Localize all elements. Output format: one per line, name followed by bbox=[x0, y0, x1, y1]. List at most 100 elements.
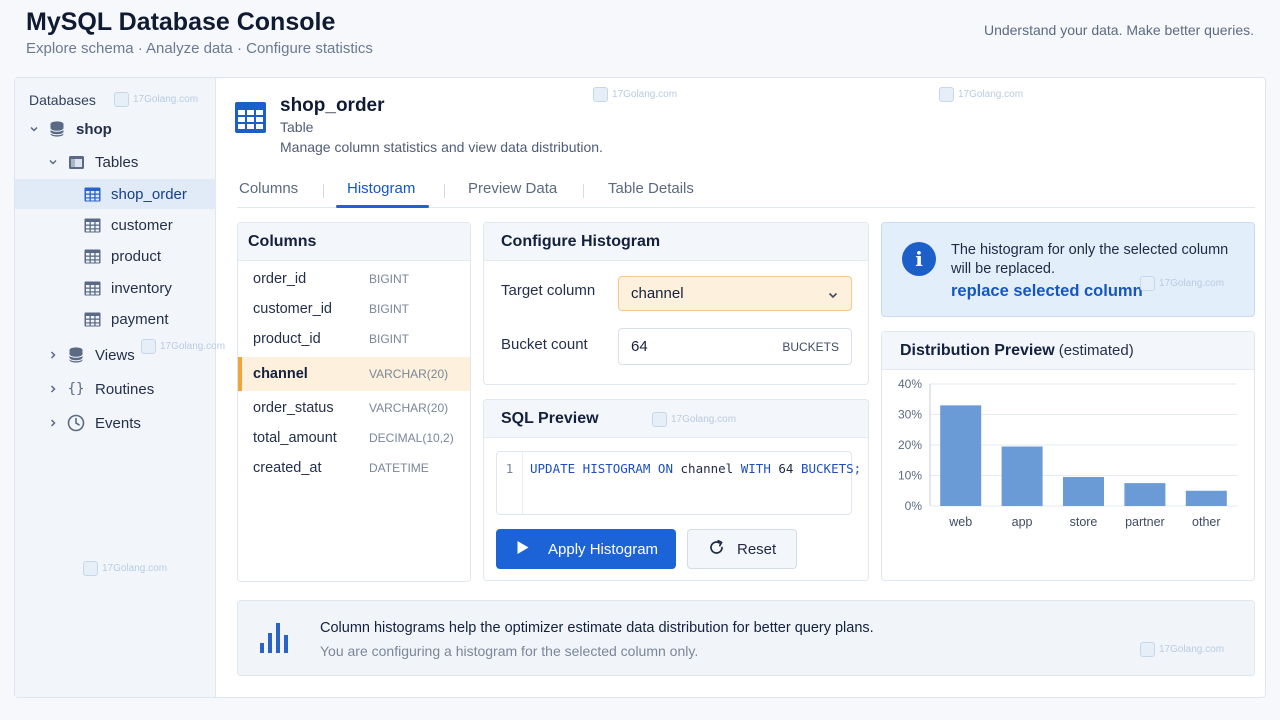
chart-ytick-label: 10% bbox=[898, 469, 922, 483]
watermark: 17Golang.com bbox=[652, 412, 736, 427]
sql-keyword: BUCKETS; bbox=[800, 461, 862, 476]
chart-xtick-label: app bbox=[1012, 515, 1033, 529]
distribution-panel-header: Distribution Preview (estimated) bbox=[882, 332, 1254, 370]
replace-selected-column-link[interactable]: replace selected column bbox=[951, 282, 1143, 301]
chart-xtick-label: other bbox=[1192, 515, 1221, 529]
chart-ytick-label: 30% bbox=[898, 408, 922, 422]
chart-bar bbox=[1124, 483, 1166, 506]
watermark: 17Golang.com bbox=[939, 87, 1023, 102]
sql-code-editor[interactable]: 1 UPDATE HISTOGRAM ON channel WITH 64 BU… bbox=[496, 451, 861, 515]
tree-tables-folder[interactable]: Tables bbox=[15, 147, 216, 177]
chart-bar bbox=[1185, 490, 1227, 506]
chevron-right-icon[interactable] bbox=[46, 348, 60, 362]
tab-preview-data[interactable]: Preview Data bbox=[468, 180, 557, 197]
tab-table-details[interactable]: Table Details bbox=[608, 180, 694, 197]
clock-icon bbox=[67, 414, 85, 432]
bucket-count-value: 64 bbox=[631, 338, 648, 355]
table-icon bbox=[83, 216, 101, 234]
chevron-down-icon[interactable] bbox=[827, 288, 839, 305]
active-tab-indicator bbox=[336, 205, 429, 208]
column-type: BIGINT bbox=[369, 332, 410, 346]
column-name: customer_id bbox=[253, 301, 332, 317]
columns-panel-title: Columns bbox=[238, 223, 470, 261]
table-large-icon bbox=[235, 102, 266, 138]
column-row-channel[interactable]: channel VARCHAR(20) bbox=[238, 357, 470, 391]
info-text: The histogram for only the selected colu… bbox=[951, 241, 1241, 279]
table-icon bbox=[83, 279, 101, 297]
tab-histogram[interactable]: Histogram bbox=[347, 180, 415, 197]
bucket-count-input[interactable]: 64 BUCKETS bbox=[618, 328, 852, 365]
chevron-down-icon[interactable] bbox=[46, 155, 60, 169]
column-name: order_id bbox=[253, 271, 307, 287]
play-icon bbox=[516, 540, 530, 559]
app-title: MySQL Database Console bbox=[26, 8, 336, 36]
databases-heading: Databases bbox=[29, 92, 96, 108]
column-row-customer-id[interactable]: customer_id BIGINT bbox=[238, 294, 470, 324]
table-description: Manage column statistics and view data d… bbox=[280, 139, 603, 155]
column-type: BIGINT bbox=[369, 272, 410, 286]
app-tagline: Understand your data. Make better querie… bbox=[983, 22, 1254, 38]
tree-routines[interactable]: {} Routines bbox=[15, 374, 216, 404]
chart-xtick-label: store bbox=[1070, 515, 1098, 529]
column-type: DATETIME bbox=[369, 461, 429, 475]
table-type: Table bbox=[280, 119, 314, 135]
tab-bar: Columns Histogram Preview Data Table Det… bbox=[237, 172, 1255, 208]
column-row-product-id[interactable]: product_id BIGINT bbox=[238, 324, 470, 354]
table-label: shop_order bbox=[111, 185, 187, 203]
watermark: 17Golang.com bbox=[141, 339, 225, 354]
refresh-icon bbox=[708, 539, 725, 560]
sidebar-table-payment[interactable]: payment bbox=[15, 304, 216, 334]
tab-columns[interactable]: Columns bbox=[239, 180, 298, 197]
chart-bar bbox=[1001, 446, 1043, 506]
chevron-right-icon[interactable] bbox=[46, 382, 60, 396]
table-label: inventory bbox=[111, 279, 172, 297]
watermark: 17Golang.com bbox=[593, 87, 677, 102]
sidebar: Databases 17Golang.com shop Tables shop_… bbox=[15, 78, 225, 697]
apply-histogram-button[interactable]: Apply Histogram bbox=[496, 529, 676, 569]
sidebar-table-shop-order[interactable]: shop_order bbox=[15, 179, 216, 209]
chart-bar bbox=[1063, 477, 1104, 506]
table-icon bbox=[83, 247, 101, 265]
sql-keyword: UPDATE HISTOGRAM ON bbox=[530, 461, 673, 476]
chart-ytick-label: 20% bbox=[898, 438, 922, 452]
views-label: Views bbox=[95, 346, 135, 364]
distribution-bar-chart: 0% 10% 20% 30% 40% web app store partner other bbox=[898, 377, 1237, 529]
events-label: Events bbox=[95, 414, 141, 432]
sidebar-table-product[interactable]: product bbox=[15, 241, 216, 271]
info-text-line-1: The histogram for only the selected colu… bbox=[951, 242, 1229, 258]
line-number: 1 bbox=[497, 452, 523, 514]
console-frame: Databases 17Golang.com shop Tables shop_… bbox=[14, 77, 1266, 698]
reset-button[interactable]: Reset bbox=[687, 529, 797, 569]
target-column-select[interactable]: channel bbox=[618, 276, 852, 311]
table-label: product bbox=[111, 247, 162, 265]
sidebar-table-inventory[interactable]: inventory bbox=[15, 273, 216, 303]
chart-xtick-label: partner bbox=[1125, 515, 1165, 529]
column-row-order-id[interactable]: order_id BIGINT bbox=[238, 264, 470, 294]
tree-db-shop[interactable]: shop bbox=[15, 114, 216, 144]
watermark: 17Golang.com bbox=[114, 92, 198, 107]
watermark: 17Golang.com bbox=[1140, 276, 1224, 291]
chevron-right-icon[interactable] bbox=[46, 416, 60, 430]
tables-folder-icon bbox=[67, 153, 85, 171]
column-row-created-at[interactable]: created_at DATETIME bbox=[238, 453, 470, 483]
watermark: 17Golang.com bbox=[1140, 642, 1224, 657]
app-subtitle: Explore schema · Analyze data · Configur… bbox=[26, 40, 373, 57]
tree-events[interactable]: Events bbox=[15, 408, 216, 438]
column-row-order-status[interactable]: order_status VARCHAR(20) bbox=[238, 393, 470, 423]
tables-label: Tables bbox=[95, 153, 139, 171]
column-row-total-amount[interactable]: total_amount DECIMAL(10,2) bbox=[238, 423, 470, 453]
bucket-unit: BUCKETS bbox=[782, 339, 839, 354]
tab-separator bbox=[583, 184, 584, 198]
table-label: payment bbox=[111, 310, 169, 328]
sidebar-table-customer[interactable]: customer bbox=[15, 210, 216, 240]
configure-histogram-panel: Configure Histogram Target column channe… bbox=[483, 222, 869, 385]
target-column-label: Target column bbox=[501, 282, 596, 299]
reset-button-label: Reset bbox=[737, 540, 777, 558]
chevron-down-icon[interactable] bbox=[27, 122, 41, 136]
info-icon: i bbox=[902, 242, 936, 276]
column-type: DECIMAL(10,2) bbox=[369, 431, 454, 445]
database-icon bbox=[48, 120, 66, 138]
sql-count: 64 bbox=[778, 461, 794, 476]
distribution-preview-panel: Distribution Preview (estimated) 0% 10% 20%… bbox=[881, 331, 1255, 581]
sql-keyword: WITH bbox=[740, 461, 771, 476]
